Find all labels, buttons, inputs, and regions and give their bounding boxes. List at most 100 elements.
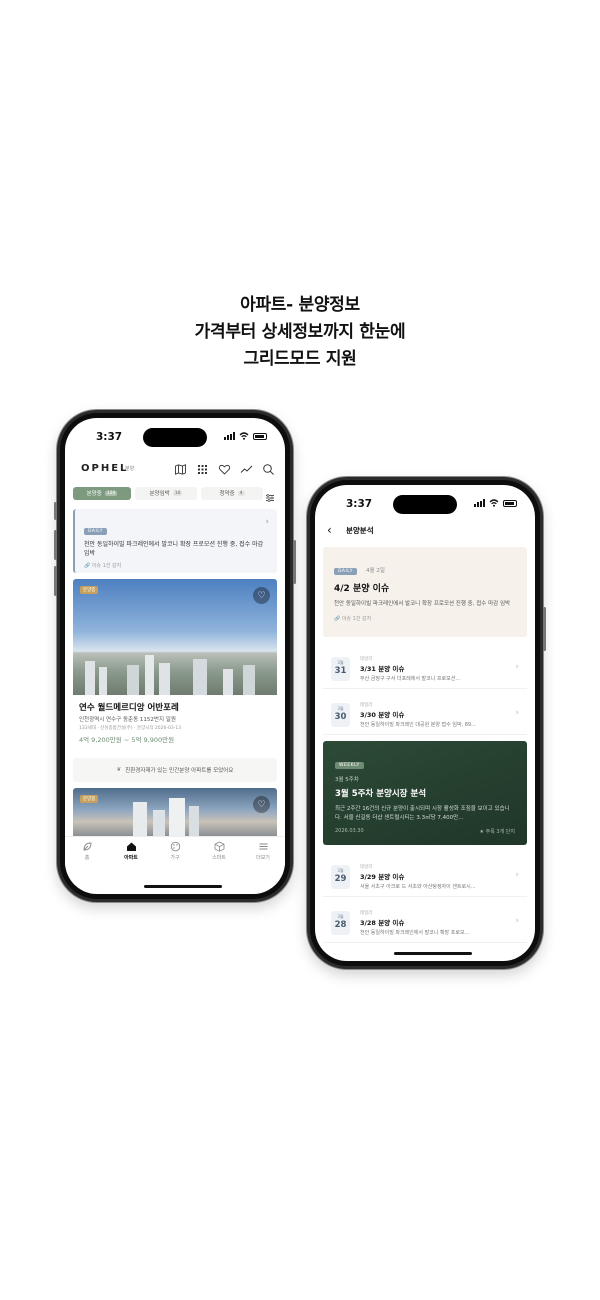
- nav-item-apartment[interactable]: 아파트: [114, 837, 148, 866]
- nav-item-furniture[interactable]: 가구: [158, 837, 192, 866]
- weekly-report-card[interactable]: WEEKLY 3월 5주차 3월 5주차 분양시장 분석 최근 2주간 16건의…: [323, 741, 527, 845]
- issue-date: 3월 29: [331, 864, 350, 889]
- listing-card[interactable]: 분양중 ♡: [73, 788, 277, 836]
- issue-text: 데일리 3/28 분양 이슈 천안 동일하이빌 파크레인에서 발코니 확장 프로…: [360, 910, 510, 936]
- hero-date: 4월 2일: [366, 568, 385, 574]
- menu-icon: [259, 843, 267, 850]
- daily-hero-card[interactable]: DAILY 4월 2일 4/2 분양 이슈 천안 동일하이빌 파크레인에서 발코…: [323, 547, 527, 637]
- status-bar: 3:37: [315, 485, 535, 521]
- bottom-nav: 홈 아파트 가구 스마트 더보기: [65, 836, 285, 866]
- issue-text: 데일리 3/29 분양 이슈 서울 서초구 아크로 드 서초와 아산탕정자이 센…: [360, 864, 510, 890]
- issue-row[interactable]: 3월 31 데일리 3/31 분양 이슈 부산 금정구 구서 더포레에서 발코니…: [323, 649, 527, 689]
- daily-meta: 🔗 이슈 1건 감지: [84, 563, 122, 569]
- screen-title: 분양분석: [346, 526, 374, 535]
- issue-text: 데일리 3/30 분양 이슈 천안 동일하이빌 파크레인 대공원 분양 접수 임…: [360, 702, 510, 728]
- tab-label: 청약중: [219, 491, 235, 497]
- issue-title: 3/29 분양 이슈: [360, 872, 405, 881]
- listing-address: 인천광역시 연수구 동춘동 1152번지 일원: [79, 717, 176, 723]
- hero-text: 천안 동일하이빌 파크레인에서 발코니 확장 프로모션 진행 중, 접수 마감 …: [334, 601, 511, 607]
- listing-tabs: 분양중 120 분양임박 10 청약중 4: [73, 486, 277, 500]
- nav-item-more[interactable]: 더보기: [246, 837, 280, 866]
- issue-row[interactable]: 3월 28 데일리 3/28 분양 이슈 천안 동일하이빌 파크레인에서 발코니…: [323, 903, 527, 943]
- tab-upcoming[interactable]: 분양임박 10: [135, 486, 197, 500]
- house-icon: [126, 842, 136, 851]
- app-logo-subtitle: 분양: [125, 466, 135, 472]
- listing-photo: 분양중 ♡: [73, 788, 277, 836]
- issue-date: 3월 28: [331, 910, 350, 935]
- issue-day: 30: [334, 711, 347, 722]
- phone-screen: 3:37 OPHEL 분양 분양중 120 분양임박 10 청약중 4 DAIL…: [65, 418, 285, 894]
- header-actions: [174, 461, 275, 475]
- trend-icon[interactable]: [240, 461, 253, 474]
- issue-label: 데일리: [360, 910, 373, 916]
- chevron-right-icon: ›: [515, 870, 519, 880]
- issue-row[interactable]: 3월 29 데일리 3/29 분양 이슈 서울 서초구 아크로 드 서초와 아산…: [323, 857, 527, 897]
- phone-mockup-analysis: 3:37 ‹ 분양분석 DAILY 4월 2일 4/2 분양 이슈 천안 동일하…: [307, 477, 546, 969]
- side-button: [54, 530, 57, 560]
- home-indicator: [394, 952, 472, 955]
- battery-icon: [253, 432, 267, 440]
- issue-row[interactable]: 3월 30 데일리 3/30 분양 이슈 천안 동일하이빌 파크레인 대공원 분…: [323, 695, 527, 735]
- side-button: [54, 566, 57, 596]
- nav-item-home[interactable]: 홈: [70, 837, 104, 866]
- status-time: 3:37: [346, 498, 373, 510]
- issue-title: 3/31 분양 이슈: [360, 664, 405, 673]
- issue-day: 29: [334, 873, 347, 884]
- daily-meta-text: 이슈 1건 감지: [91, 563, 122, 569]
- home-indicator: [144, 885, 222, 888]
- filter-icon[interactable]: [265, 488, 275, 502]
- status-tag: 분양중: [80, 795, 99, 803]
- status-icons: [224, 432, 267, 440]
- status-bar: 3:37: [65, 418, 285, 454]
- eco-banner[interactable]: ❦ 친환경자재가 있는 민간분양 아파트를 모았어요: [73, 758, 277, 782]
- nav-label: 홈: [84, 855, 90, 861]
- listing-card[interactable]: 분양중 ♡ 연수 월드메르디앙 어반포레 인천광역시 연수구 동춘동 1152번…: [73, 579, 277, 744]
- weekly-title: 3월 5주차 분양시장 분석: [335, 789, 427, 799]
- nav-label: 가구: [170, 855, 180, 861]
- favorite-heart-icon[interactable]: ♡: [253, 587, 270, 604]
- daily-badge: DAILY: [84, 528, 107, 535]
- leaf-icon: [83, 842, 91, 851]
- nav-label: 더보기: [256, 855, 270, 861]
- issue-label: 데일리: [360, 864, 373, 870]
- status-time: 3:37: [96, 431, 123, 443]
- weekly-subtitle: 3월 5주차: [335, 777, 359, 783]
- tab-selling[interactable]: 분양중 120: [73, 486, 131, 500]
- weekly-footer: 2026.03.30 ★ 주목 3개 단지: [335, 828, 515, 835]
- chevron-right-icon: ›: [515, 708, 519, 718]
- heart-icon[interactable]: [218, 461, 231, 475]
- listing-photo: 분양중 ♡: [73, 579, 277, 695]
- map-icon[interactable]: [174, 461, 187, 475]
- weekly-badge: WEEKLY: [335, 762, 364, 769]
- chevron-right-icon: ›: [265, 517, 269, 527]
- issue-label: 데일리: [360, 702, 373, 708]
- issue-subtitle: 천안 동일하이빌 파크레인 대공원 분양 접수 임박, 89...: [360, 721, 476, 728]
- tab-label: 분양중: [86, 491, 102, 497]
- phone-mockup-listings: 3:37 OPHEL 분양 분양중 120 분양임박 10 청약중 4 DAIL…: [54, 410, 296, 902]
- back-arrow-icon[interactable]: ‹: [327, 523, 332, 537]
- listing-name: 연수 월드메르디앙 어반포레: [79, 703, 179, 713]
- app-logo: OPHEL: [81, 463, 129, 474]
- hero-meta-text: 이슈 1건 감지: [341, 616, 372, 622]
- grid-icon[interactable]: [196, 461, 209, 474]
- tab-subscription[interactable]: 청약중 4: [201, 486, 263, 500]
- issue-text: 데일리 3/31 분양 이슈 부산 금정구 구서 더포레에서 발코니 프로모션.…: [360, 656, 510, 682]
- issue-day: 31: [334, 665, 347, 676]
- app-header: OPHEL 분양: [65, 458, 285, 480]
- tab-label: 분양임박: [149, 491, 170, 497]
- listing-price: 4억 9,200만원 ~ 5억 9,900만원: [79, 736, 175, 744]
- weekly-meta-text: 주목 3개 단지: [485, 829, 515, 835]
- promo-headline: 아파트- 분양정보 가격부터 상세정보까지 한눈에 그리드모드 지원: [0, 292, 600, 373]
- daily-text: 천안 동일하이빌 파크레인에서 발코니 확장 프로모션 진행 중, 접수 마감 …: [84, 541, 264, 557]
- issue-subtitle: 천안 동일하이빌 파크레인에서 발코니 확장 프로모...: [360, 929, 470, 936]
- issue-date: 3월 31: [331, 656, 350, 681]
- favorite-heart-icon[interactable]: ♡: [253, 796, 270, 813]
- search-icon[interactable]: [262, 461, 275, 475]
- issue-date: 3월 30: [331, 702, 350, 727]
- issue-subtitle: 서울 서초구 아크로 드 서초와 아산탕정자이 센트로시...: [360, 883, 476, 890]
- screen-header: ‹ 분양분석: [315, 521, 535, 543]
- daily-issue-card[interactable]: DAILY 천안 동일하이빌 파크레인에서 발코니 확장 프로모션 진행 중, …: [73, 509, 277, 573]
- nav-item-smart[interactable]: 스마트: [202, 837, 236, 866]
- daily-badge: DAILY: [334, 568, 357, 575]
- hero-meta: 🔗 이슈 1건 감지: [334, 616, 372, 622]
